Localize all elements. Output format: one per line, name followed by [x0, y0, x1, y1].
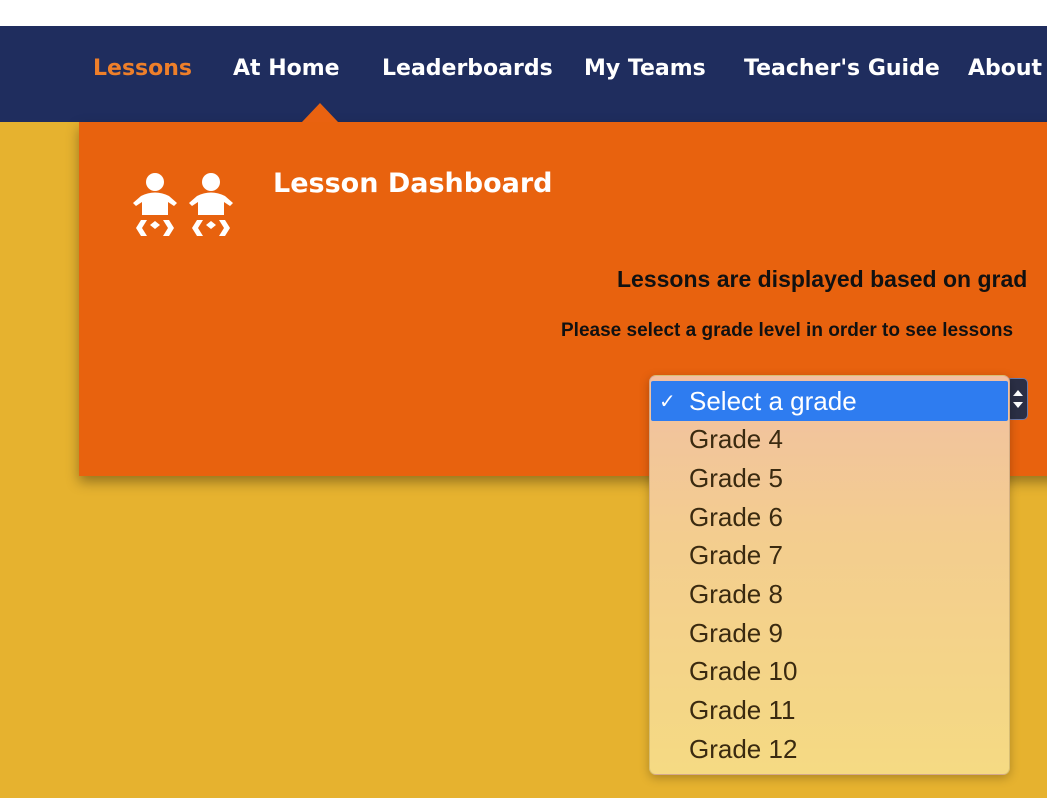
checkmark-icon: ✓ — [659, 389, 676, 413]
nav-item-about[interactable]: About — [968, 56, 1042, 81]
nav-item-lessons[interactable]: Lessons — [93, 56, 192, 81]
grade-instruction-message: Please select a grade level in order to … — [561, 320, 1014, 341]
grade-info-message: Lessons are displayed based on grad — [617, 266, 1028, 292]
grade-option[interactable]: Grade 4 — [689, 420, 783, 458]
grade-option[interactable]: Grade 10 — [689, 652, 797, 690]
browser-top-strip — [0, 0, 1047, 26]
grade-option[interactable]: Grade 6 — [689, 498, 783, 536]
grade-option[interactable]: Grade 12 — [689, 730, 797, 768]
nav-dropdown-caret — [302, 103, 338, 122]
grade-option-label: Select a grade — [689, 386, 857, 416]
nav-item-teachers-guide[interactable]: Teacher's Guide — [744, 56, 940, 81]
page-title: Lesson Dashboard — [273, 168, 553, 199]
grade-option[interactable]: Grade 9 — [689, 614, 783, 652]
nav-item-leaderboards[interactable]: Leaderboards — [382, 56, 553, 81]
grade-option[interactable]: Grade 7 — [689, 536, 783, 574]
grade-option[interactable]: Grade 5 — [689, 459, 783, 497]
grade-option[interactable]: Grade 8 — [689, 575, 783, 613]
main-navbar: Lessons At Home Leaderboards My Teams Te… — [0, 26, 1047, 122]
grade-select-dropdown[interactable]: ✓ Select a grade Grade 4 Grade 5 Grade 6… — [649, 375, 1010, 775]
nav-item-at-home[interactable]: At Home — [233, 56, 340, 81]
two-children-icon — [133, 173, 233, 236]
grade-option-selected[interactable]: ✓ Select a grade — [651, 381, 1008, 421]
nav-item-my-teams[interactable]: My Teams — [584, 56, 706, 81]
grade-option[interactable]: Grade 11 — [689, 691, 795, 729]
